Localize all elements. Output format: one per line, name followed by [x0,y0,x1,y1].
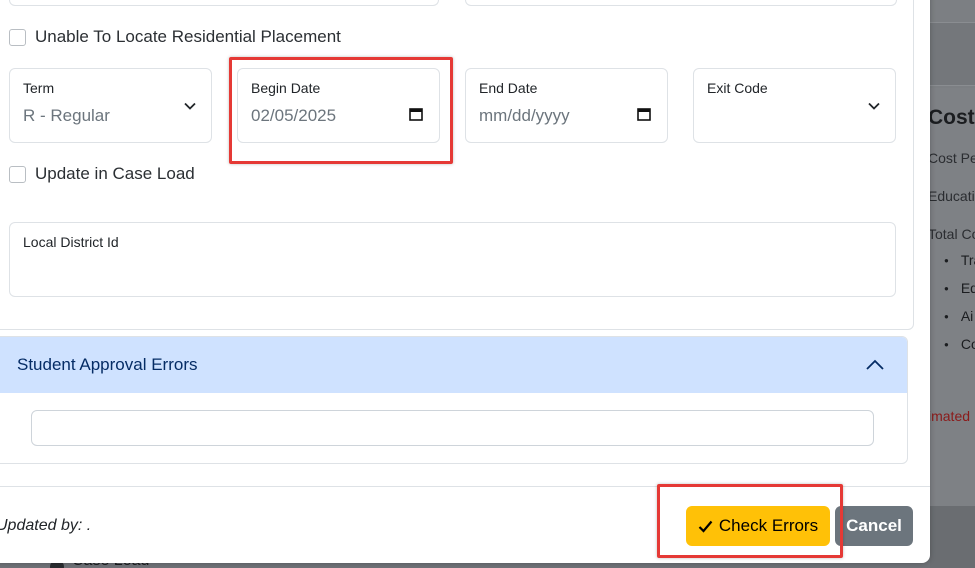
cancel-button[interactable]: Cancel [835,506,913,546]
end-date-input[interactable]: End Date mm/dd/yyyy [465,68,668,143]
previous-field[interactable] [465,0,897,6]
update-caseload-label: Update in Case Load [35,164,195,183]
update-caseload-row[interactable]: Update in Case Load [9,164,195,184]
background-bullet-item: Tra [944,252,975,268]
background-education-line: Educati [930,188,975,204]
background-bullet-item: Ai [944,308,973,324]
background-estimated-text: imated [930,408,971,424]
modal-dialog: Unable To Locate Residential Placement T… [0,0,930,563]
chevron-up-icon[interactable] [865,358,885,372]
background-bullet-item: Ed [944,280,975,296]
placement-form-card: Unable To Locate Residential Placement T… [0,0,914,330]
background-footer-strip [930,506,975,568]
cancel-label: Cancel [846,516,902,535]
term-select[interactable]: Term R - Regular [9,68,212,143]
calendar-icon[interactable] [637,107,651,121]
term-value: R - Regular [23,106,110,125]
background-bullet-item: Co [944,336,975,352]
background-page: Costs Cost Pe Educati Total Co Tra Ed Ai… [930,0,975,568]
accordion-header[interactable]: Student Approval Errors [0,337,907,393]
accordion-title: Student Approval Errors [17,355,198,374]
background-header-strip [930,22,975,86]
background-total-line: Total Co [930,226,975,242]
term-label: Term [23,80,55,96]
end-date-label: End Date [479,80,538,96]
check-errors-highlight [657,484,843,558]
background-cost-per-line: Cost Pe [930,150,975,166]
begin-date-highlight [229,57,453,164]
unable-placement-row[interactable]: Unable To Locate Residential Placement [9,27,341,47]
exit-code-select[interactable]: Exit Code [693,68,896,143]
unable-placement-label: Unable To Locate Residential Placement [35,27,341,46]
exit-code-label: Exit Code [707,80,768,96]
end-date-value: mm/dd/yyyy [479,106,570,125]
chevron-down-icon [184,102,196,110]
update-caseload-checkbox[interactable] [9,165,26,183]
background-costs-title: Costs [930,106,975,129]
local-district-id-input[interactable]: Local District Id [9,222,896,297]
local-district-id-label: Local District Id [23,234,119,250]
previous-field[interactable] [9,0,439,6]
student-approval-errors-accordion: Student Approval Errors [0,336,908,464]
unable-placement-checkbox[interactable] [9,28,26,46]
chevron-down-icon [868,102,880,110]
updated-by-text: Updated by: . [0,517,92,534]
approval-errors-input[interactable] [31,410,874,446]
